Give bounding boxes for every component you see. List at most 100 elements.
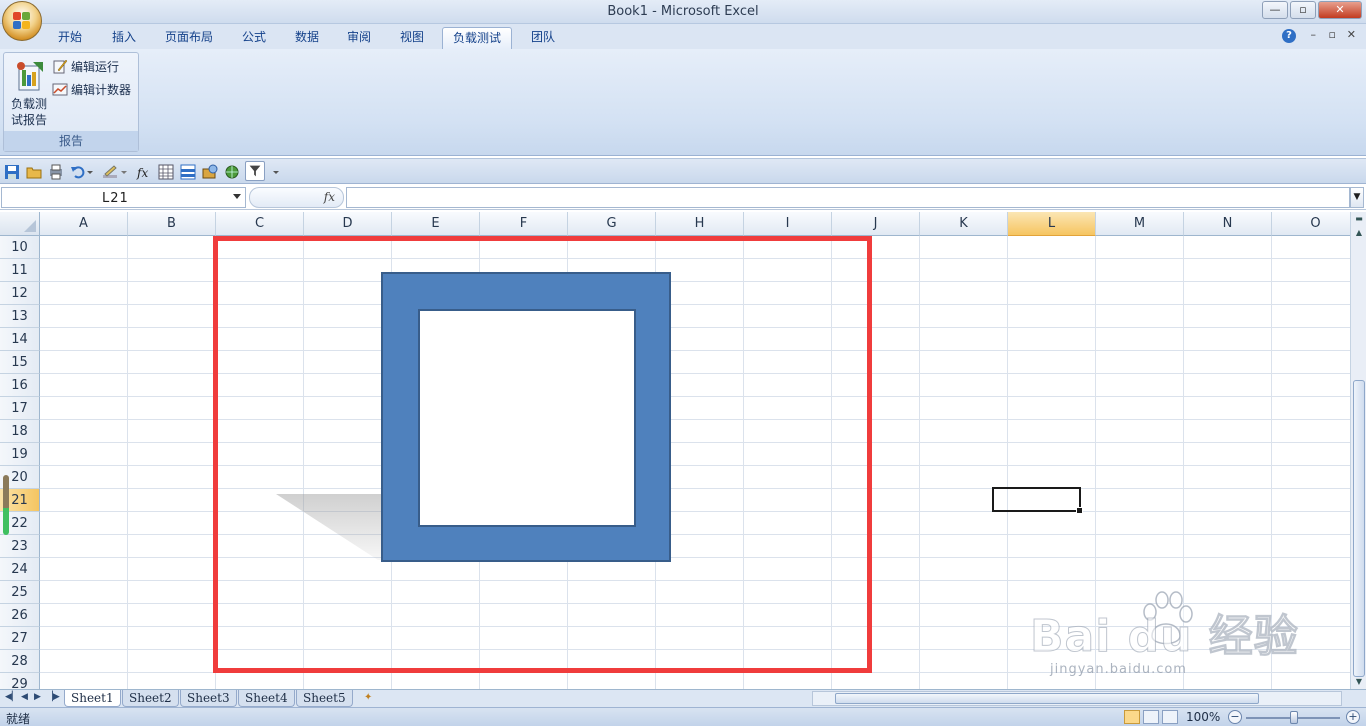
- insert-sheet-icon[interactable]: ✦: [364, 692, 378, 704]
- column-header[interactable]: B: [128, 212, 216, 236]
- column-header[interactable]: K: [920, 212, 1008, 236]
- ribbon-restore-icon[interactable]: ▫: [1329, 28, 1336, 41]
- row-header[interactable]: 28: [0, 650, 40, 673]
- zoom-slider-thumb[interactable]: [1290, 711, 1298, 724]
- row-header[interactable]: 13: [0, 305, 40, 328]
- column-header[interactable]: G: [568, 212, 656, 236]
- minimize-button[interactable]: —: [1262, 1, 1288, 19]
- tab-3[interactable]: 公式: [232, 27, 276, 49]
- column-header[interactable]: F: [480, 212, 568, 236]
- row-header[interactable]: 12: [0, 282, 40, 305]
- column-header[interactable]: L: [1008, 212, 1096, 236]
- format-dropdown-icon[interactable]: [120, 164, 128, 180]
- tab-2[interactable]: 页面布局: [155, 27, 223, 49]
- page-break-view-icon[interactable]: [1162, 710, 1178, 724]
- save-icon[interactable]: [4, 164, 20, 180]
- scroll-down-icon[interactable]: ▼: [1352, 675, 1366, 689]
- column-header[interactable]: D: [304, 212, 392, 236]
- column-header[interactable]: M: [1096, 212, 1184, 236]
- column-header[interactable]: O: [1272, 212, 1350, 236]
- edit-counter-button[interactable]: 编辑计数器: [52, 80, 131, 98]
- help-icon[interactable]: ?: [1282, 29, 1296, 43]
- zoom-level[interactable]: 100%: [1186, 710, 1220, 724]
- sheet-tab[interactable]: Sheet4: [238, 690, 295, 707]
- print-preview-icon[interactable]: [48, 164, 64, 180]
- sheet-tab[interactable]: Sheet1: [64, 690, 121, 707]
- vertical-scroll-thumb[interactable]: [1353, 380, 1365, 677]
- row-header[interactable]: 25: [0, 581, 40, 604]
- normal-view-icon[interactable]: [1124, 710, 1140, 724]
- zoom-out-icon[interactable]: −: [1228, 710, 1242, 724]
- customize-toolbar-icon[interactable]: [272, 164, 280, 180]
- first-sheet-icon[interactable]: ◀▏: [5, 692, 19, 702]
- tab-5[interactable]: 审阅: [337, 27, 381, 49]
- expand-formula-bar-icon[interactable]: ▼: [1350, 187, 1364, 208]
- borders-icon[interactable]: [158, 164, 174, 180]
- office-logo-icon: [13, 12, 31, 30]
- column-header[interactable]: C: [216, 212, 304, 236]
- row-header[interactable]: 15: [0, 351, 40, 374]
- tab-8[interactable]: 团队: [521, 27, 565, 49]
- name-box-dropdown-icon[interactable]: [233, 194, 241, 199]
- prev-sheet-icon[interactable]: ◀: [21, 692, 28, 702]
- column-header[interactable]: E: [392, 212, 480, 236]
- tab-0[interactable]: 开始: [48, 27, 92, 49]
- zoom-in-icon[interactable]: +: [1346, 710, 1360, 724]
- report-icon: [17, 62, 43, 91]
- row-header[interactable]: 26: [0, 604, 40, 627]
- open-folder-icon[interactable]: [26, 164, 42, 180]
- tab-1[interactable]: 插入: [102, 27, 146, 49]
- column-header[interactable]: A: [40, 212, 128, 236]
- row-header[interactable]: 14: [0, 328, 40, 351]
- maximize-button[interactable]: ▫: [1290, 1, 1316, 19]
- sheet-tab[interactable]: Sheet2: [122, 690, 179, 707]
- table-rows-icon[interactable]: [180, 164, 196, 180]
- row-header[interactable]: 29: [0, 673, 40, 689]
- horizontal-scroll-thumb[interactable]: [835, 693, 1259, 704]
- office-button[interactable]: [2, 1, 42, 41]
- page-layout-view-icon[interactable]: [1143, 710, 1159, 724]
- column-header[interactable]: H: [656, 212, 744, 236]
- ribbon-close-icon[interactable]: ✕: [1347, 28, 1356, 41]
- undo-icon[interactable]: [70, 164, 86, 180]
- format-painter-icon[interactable]: [102, 164, 118, 180]
- name-box[interactable]: L21: [1, 187, 246, 208]
- tab-7[interactable]: 负载测试: [442, 27, 513, 49]
- insert-function-button[interactable]: fx: [249, 187, 344, 208]
- sheet-tab[interactable]: Sheet5: [296, 690, 353, 707]
- tab-6[interactable]: 视图: [390, 27, 434, 49]
- column-header[interactable]: I: [744, 212, 832, 236]
- column-header[interactable]: N: [1184, 212, 1272, 236]
- undo-dropdown-icon[interactable]: [86, 164, 94, 180]
- close-button[interactable]: ✕: [1318, 1, 1362, 19]
- vertical-scrollbar[interactable]: ▬ ▲ ▼: [1350, 212, 1366, 689]
- active-cell-selection[interactable]: [992, 487, 1083, 514]
- watermark: Bai du 经验 jingyan.baidu.com: [1030, 590, 1330, 690]
- row-header[interactable]: 18: [0, 420, 40, 443]
- load-test-report-button[interactable]: 负载测 试报告: [7, 56, 51, 130]
- row-header[interactable]: 11: [0, 259, 40, 282]
- scroll-up-icon[interactable]: ▲: [1352, 226, 1366, 240]
- row-header[interactable]: 23: [0, 535, 40, 558]
- row-header[interactable]: 24: [0, 558, 40, 581]
- tab-4[interactable]: 数据: [285, 27, 329, 49]
- horizontal-scrollbar[interactable]: [812, 691, 1342, 706]
- row-header[interactable]: 10: [0, 236, 40, 259]
- row-header[interactable]: 19: [0, 443, 40, 466]
- formula-input[interactable]: [346, 187, 1350, 208]
- row-header[interactable]: 16: [0, 374, 40, 397]
- next-sheet-icon[interactable]: ▶: [34, 692, 41, 702]
- last-sheet-icon[interactable]: ▕▶: [46, 692, 60, 702]
- select-all-corner[interactable]: [0, 212, 40, 236]
- row-header[interactable]: 27: [0, 627, 40, 650]
- row-header[interactable]: 17: [0, 397, 40, 420]
- sheet-tab[interactable]: Sheet3: [180, 690, 237, 707]
- scroll-split-icon[interactable]: ▬: [1352, 212, 1366, 226]
- insert-function-icon[interactable]: fx: [136, 164, 152, 180]
- column-header[interactable]: J: [832, 212, 920, 236]
- ribbon-minimize-icon[interactable]: –: [1311, 28, 1317, 41]
- macro-icon[interactable]: [202, 164, 218, 180]
- filter-icon[interactable]: [245, 161, 265, 181]
- globe-icon[interactable]: [224, 164, 240, 180]
- edit-run-button[interactable]: 编辑运行: [52, 57, 119, 75]
